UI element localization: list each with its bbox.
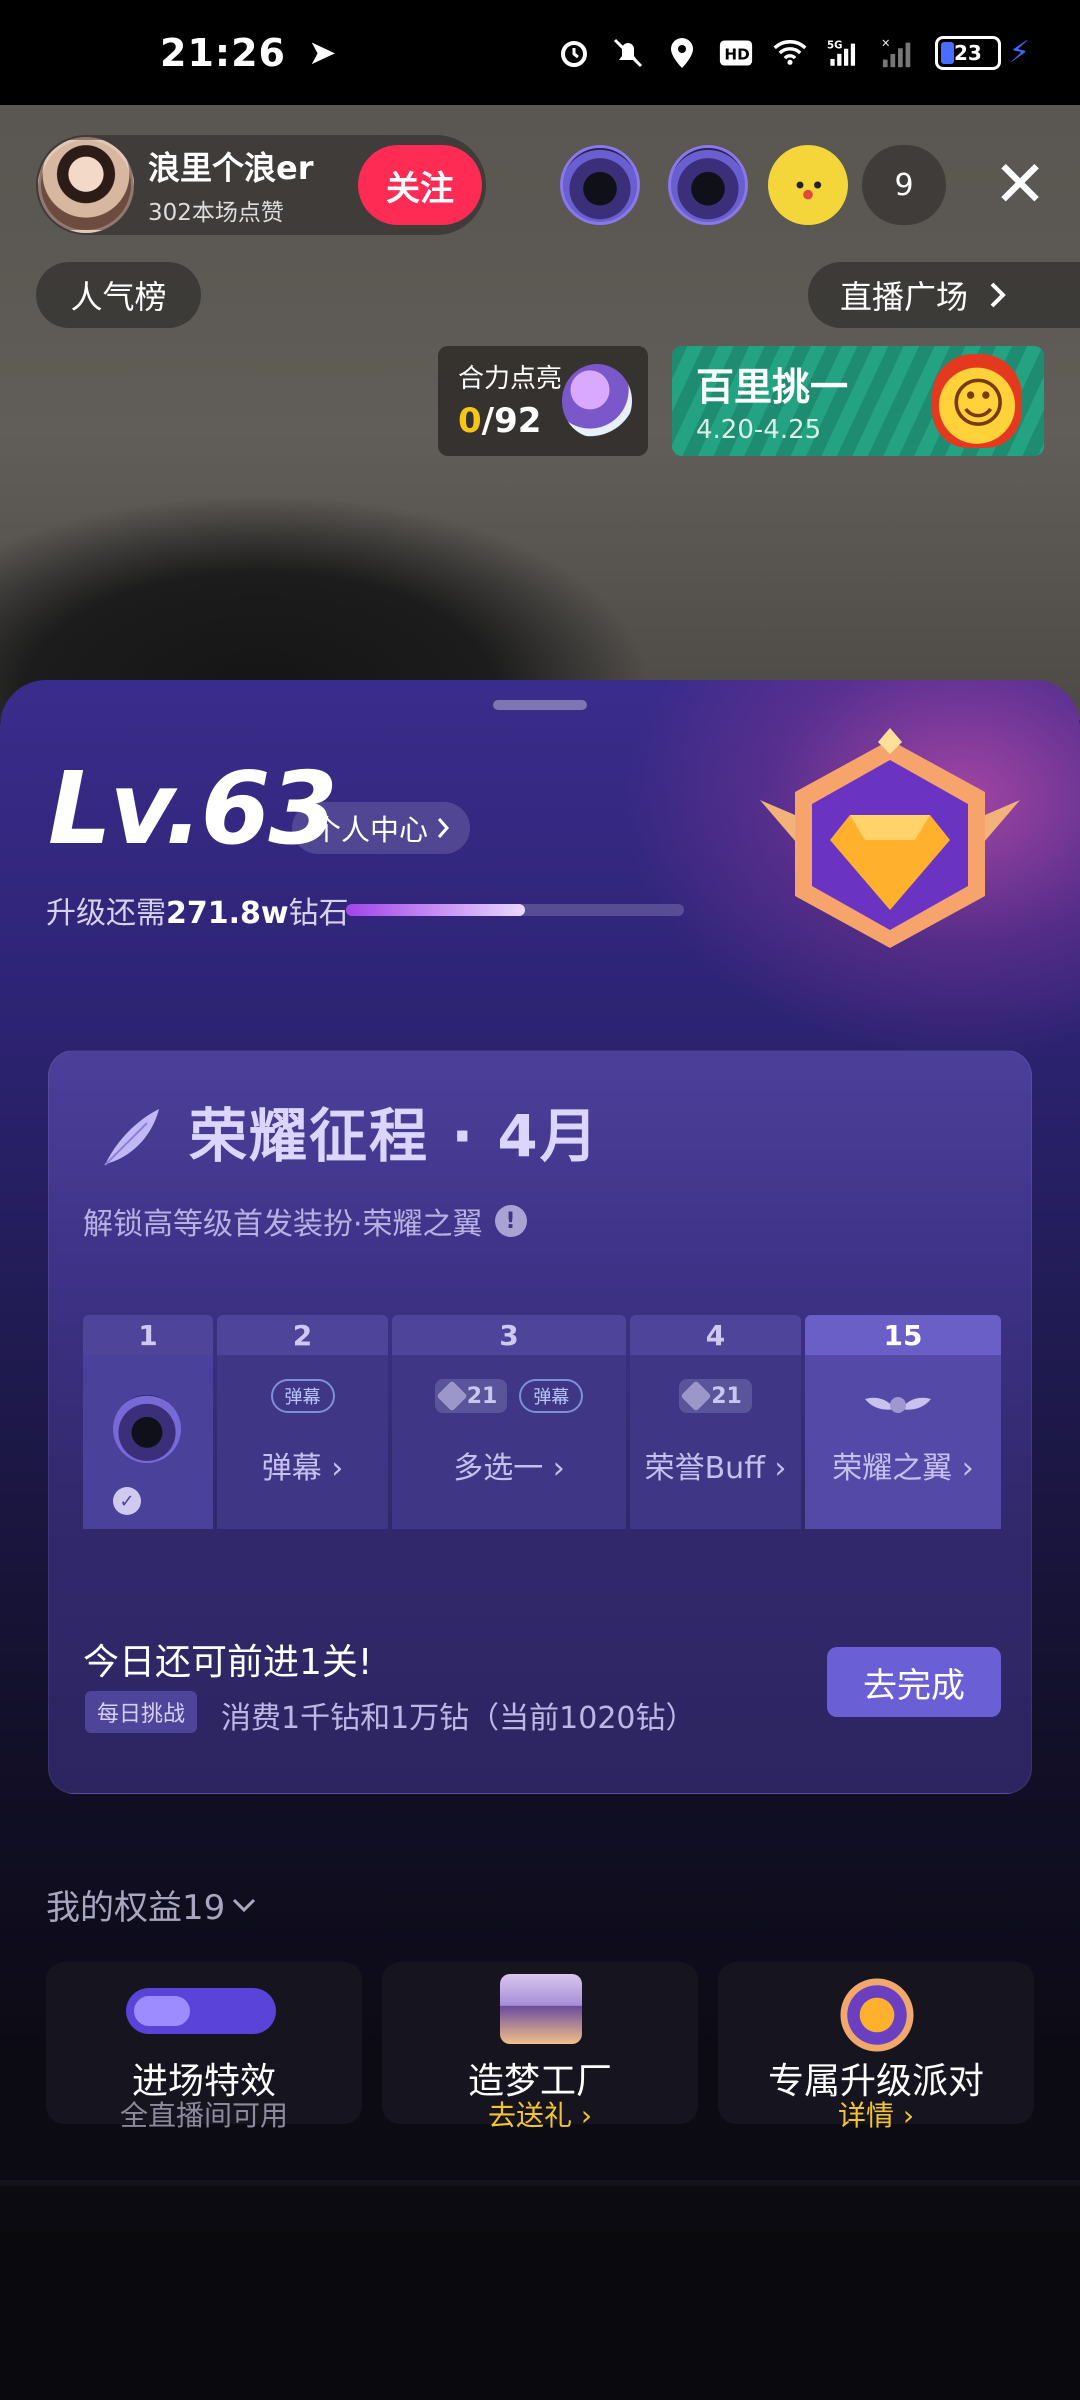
level-step[interactable]: 15 荣耀之翼 › [805, 1315, 1001, 1529]
level-rewards: 21 [630, 1379, 801, 1413]
mascot-icon [932, 354, 1022, 448]
benefit-card-entrance-effect[interactable]: 进场特效 全直播间可用 [46, 1962, 362, 2132]
svg-text:HD: HD [724, 45, 749, 63]
bottom-area [0, 2232, 1080, 2400]
check-icon: ✓ [113, 1487, 141, 1515]
status-time: 21:26 [160, 30, 286, 75]
level-progress-fill [346, 904, 526, 916]
viewer-avatar[interactable] [768, 145, 848, 225]
level-track: 1 ✓ 2 弹幕 弹幕 › 3 21 弹幕 多选一 › 4 21 荣誉Buff … [83, 1315, 1001, 1529]
level-step[interactable]: 3 21 弹幕 多选一 › [392, 1315, 626, 1529]
daily-challenge-tag: 每日挑战 [85, 1691, 198, 1733]
benefit-link[interactable]: 去送礼 › [382, 2094, 698, 2134]
hd-icon: HD [719, 36, 753, 70]
live-plaza-button[interactable]: 直播广场 [808, 262, 1080, 328]
flower-icon [562, 364, 632, 438]
benefit-card-upgrade-party[interactable]: 专属升级派对 详情 › [718, 1962, 1034, 2132]
level-sheet: Lv.63 个人中心 升级还需271.8w钻石 荣耀征程 · 4月 解锁高等级首… [0, 680, 1080, 2400]
profile-center-button[interactable]: 个人中心 [292, 802, 471, 854]
alarm-icon [557, 36, 591, 70]
svg-text:5G: 5G [827, 40, 842, 51]
status-bar: 21:26 ➤ HD 5G × 23 ⚡ [0, 0, 1080, 105]
streamer-avatar[interactable] [38, 137, 134, 233]
diamond-icon [680, 1380, 712, 1412]
level-step-number: 1 [83, 1315, 213, 1355]
viewer-avatar[interactable] [668, 145, 748, 225]
streamer-text: 浪里个浪er 302本场点赞 [148, 143, 314, 227]
benefit-card-dream-factory[interactable]: 造梦工厂 去送礼 › [382, 1962, 698, 2132]
divider [0, 2180, 1080, 2186]
glory-journey-card: 荣耀征程 · 4月 解锁高等级首发装扮·荣耀之翼 ! 1 ✓ 2 弹幕 弹幕 ›… [48, 1050, 1032, 1794]
chevron-right-icon [437, 818, 450, 838]
diamond-icon [436, 1380, 468, 1412]
diamond-21-tag: 21 [434, 1379, 508, 1413]
hood-avatar-icon [113, 1395, 181, 1463]
feather-icon [104, 1109, 159, 1166]
dream-machine-icon [500, 1974, 582, 2044]
location-icon [665, 36, 699, 70]
charging-icon: ⚡ [1008, 35, 1030, 70]
level-rewards: 弹幕 [217, 1379, 388, 1413]
profile-center-label: 个人中心 [312, 813, 429, 847]
streamer-info[interactable]: 浪里个浪er 302本场点赞 关注 [36, 135, 486, 235]
level-step-label: 弹幕 › [261, 1451, 344, 1486]
level-step-number: 4 [630, 1315, 801, 1355]
my-rights-title: 我的权益19 [46, 1888, 226, 1928]
wifi-icon [773, 36, 807, 70]
level-value: Lv.63 [48, 750, 338, 867]
popularity-rank-button[interactable]: 人气榜 [36, 262, 201, 328]
5g-signal-icon: 5G [827, 36, 861, 70]
co-light-event-card[interactable]: 合力点亮 0/92 [438, 346, 648, 456]
level-step[interactable]: 2 弹幕 弹幕 › [217, 1315, 388, 1529]
level-step-number: 2 [217, 1315, 388, 1355]
wing-icon [865, 1397, 931, 1413]
sheet-drag-handle[interactable] [493, 700, 587, 710]
party-badge-icon [836, 1976, 918, 2054]
upgrade-requirement: 升级还需271.8w钻石 [46, 896, 349, 931]
diamond-21-tag: 21 [679, 1379, 752, 1413]
signal-icon: × [881, 36, 915, 70]
level-step-number: 15 [805, 1315, 1001, 1355]
chevron-right-icon [990, 282, 1006, 308]
daily-challenge-description: 消费1千钻和1万钻（当前1020钻） [221, 1701, 696, 1736]
danmaku-tag: 弹幕 [270, 1379, 335, 1413]
info-icon[interactable]: ! [494, 1205, 527, 1237]
level-step-label: 荣耀之翼 › [832, 1451, 974, 1486]
benefit-link[interactable]: 详情 › [718, 2094, 1034, 2134]
streamer-likes: 302本场点赞 [148, 200, 284, 226]
level-step-label: 多选一 › [453, 1451, 565, 1486]
level-step[interactable]: 1 ✓ [83, 1315, 213, 1529]
mute-icon [611, 36, 645, 70]
live-plaza-label: 直播广场 [840, 278, 969, 316]
viewer-avatar[interactable] [560, 145, 640, 225]
today-progress-text: 今日还可前进1关! [83, 1642, 373, 1683]
my-rights-header[interactable]: 我的权益19 [46, 1880, 257, 1929]
glory-title: 荣耀征程 · 4月 [189, 1102, 600, 1170]
glory-subtitle: 解锁高等级首发装扮·荣耀之翼 ! [83, 1199, 527, 1243]
close-icon[interactable]: ✕ [985, 150, 1055, 220]
go-complete-button[interactable]: 去完成 [827, 1647, 1001, 1717]
level-step-label: 荣誉Buff › [644, 1451, 787, 1486]
battery-icon: 23 [934, 35, 1001, 70]
viewer-count[interactable]: 9 [862, 145, 946, 225]
status-icons: HD 5G × 23 ⚡ [557, 35, 1030, 70]
level-badge-icon [760, 728, 1020, 948]
benefit-subtitle: 全直播间可用 [119, 2099, 288, 2132]
svg-text:×: × [881, 36, 891, 49]
chevron-down-icon [233, 1898, 256, 1912]
entrance-effect-icon [126, 1988, 276, 2034]
level-step[interactable]: 4 21 荣誉Buff › [630, 1315, 801, 1529]
level-step-number: 3 [392, 1315, 626, 1355]
streamer-name: 浪里个浪er [148, 149, 314, 187]
level-progress-bar [346, 904, 684, 916]
danmaku-tag: 弹幕 [519, 1379, 584, 1413]
follow-button[interactable]: 关注 [358, 145, 482, 225]
level-rewards: 21 弹幕 [392, 1379, 626, 1413]
glory-subtitle-text: 解锁高等级首发装扮·荣耀之翼 [83, 1207, 483, 1242]
navigation-icon: ➤ [307, 32, 337, 73]
pk-event-card[interactable]: 百里挑一 4.20-4.25 [672, 346, 1044, 456]
